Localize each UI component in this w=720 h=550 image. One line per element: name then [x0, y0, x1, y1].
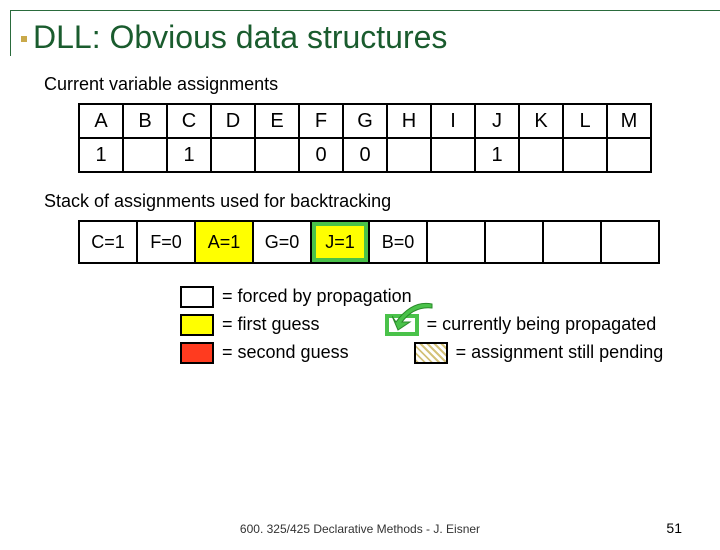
page-title: DLL: Obvious data structures [21, 19, 720, 56]
var-header: J [475, 104, 519, 138]
legend-label: = currently being propagated [427, 314, 657, 334]
stack-table: C=1 F=0 A=1 G=0 J=1 B=0 [78, 220, 660, 264]
stack-cell-propagating: J=1 [311, 221, 369, 263]
var-header: K [519, 104, 563, 138]
section-current-assignments: Current variable assignments [44, 74, 720, 95]
legend-row-first: = first guess = currently being propagat… [180, 314, 720, 342]
var-header: G [343, 104, 387, 138]
stack-cell: F=0 [137, 221, 195, 263]
var-header: M [607, 104, 651, 138]
var-value [211, 138, 255, 172]
legend-col2: = assignment still pending [414, 342, 664, 364]
var-header: D [211, 104, 255, 138]
swatch-yellow [180, 314, 214, 336]
var-header: A [79, 104, 123, 138]
stack-cell: G=0 [253, 221, 311, 263]
stack-cell [543, 221, 601, 263]
swatch-white [180, 286, 214, 308]
footer-text: 600. 325/425 Declarative Methods - J. Ei… [0, 522, 720, 536]
page-number: 51 [666, 520, 682, 536]
legend-label: = assignment still pending [456, 342, 664, 362]
legend-label: = second guess [222, 342, 349, 362]
legend: = forced by propagation = first guess = … [180, 286, 720, 370]
stack-cell [485, 221, 543, 263]
var-value: 1 [167, 138, 211, 172]
var-value [519, 138, 563, 172]
stack-cell [601, 221, 659, 263]
stack-row: C=1 F=0 A=1 G=0 J=1 B=0 [79, 221, 659, 263]
var-value [387, 138, 431, 172]
variable-table: A B C D E F G H I J K L M 1 1 0 0 1 [78, 103, 652, 173]
title-container: DLL: Obvious data structures [10, 10, 720, 56]
legend-row-forced: = forced by propagation [180, 286, 720, 314]
var-header: H [387, 104, 431, 138]
var-header: C [167, 104, 211, 138]
arrow-icon [392, 300, 438, 334]
stack-cell-first-guess: A=1 [195, 221, 253, 263]
swatch-red [180, 342, 214, 364]
section-stack: Stack of assignments used for backtracki… [44, 191, 720, 212]
stack-cell [427, 221, 485, 263]
var-header: E [255, 104, 299, 138]
title-accent [21, 36, 27, 42]
legend-row-second: = second guess = assignment still pendin… [180, 342, 720, 370]
var-header: B [123, 104, 167, 138]
stack-cell: B=0 [369, 221, 427, 263]
var-header: F [299, 104, 343, 138]
variable-header-row: A B C D E F G H I J K L M [79, 104, 651, 138]
var-header: L [563, 104, 607, 138]
var-value: 1 [475, 138, 519, 172]
var-value [123, 138, 167, 172]
var-value: 0 [299, 138, 343, 172]
variable-value-row: 1 1 0 0 1 [79, 138, 651, 172]
stack-cell: C=1 [79, 221, 137, 263]
legend-label: = forced by propagation [222, 286, 412, 306]
swatch-hatch [414, 342, 448, 364]
var-header: I [431, 104, 475, 138]
var-value: 0 [343, 138, 387, 172]
var-value [607, 138, 651, 172]
var-value [563, 138, 607, 172]
legend-label: = first guess [222, 314, 320, 334]
var-value: 1 [79, 138, 123, 172]
var-value [255, 138, 299, 172]
var-value [431, 138, 475, 172]
